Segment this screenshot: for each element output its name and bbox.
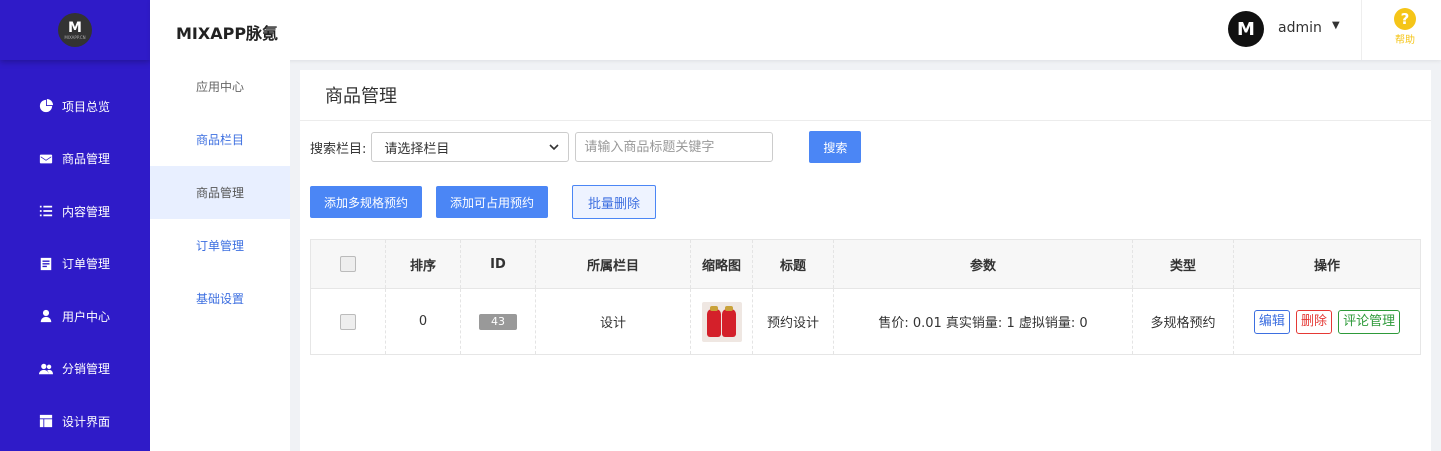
- bottle-shape: [721, 308, 736, 337]
- list-icon: [39, 206, 53, 217]
- filter-bar: 搜索栏目: 请选择栏目 搜索: [310, 131, 862, 163]
- sidebar-item-label: 订单管理: [62, 257, 111, 272]
- logo-subtext: MIXAPP.CN: [64, 34, 86, 40]
- header-type: 类型: [1132, 239, 1234, 289]
- action-bar: 添加多规格预约 添加可占用预约 批量删除: [310, 185, 657, 219]
- table-header-row: 排序 ID 所属栏目 缩略图 标题 参数 类型 操作: [310, 239, 1421, 289]
- category-select[interactable]: 请选择栏目: [371, 132, 570, 162]
- header-title: 标题: [752, 239, 834, 289]
- logo-initial: M: [68, 19, 82, 36]
- sidebar: M MIXAPP.CN 项目总览 商品管理 内容管理 订单管理 用户中心 分销管…: [0, 0, 150, 451]
- page-title: 商品管理: [300, 70, 1431, 121]
- product-table: 排序 ID 所属栏目 缩略图 标题 参数 类型 操作 0 43 设计 预约设计 …: [310, 239, 1421, 355]
- document-icon: [40, 257, 52, 270]
- sidebar-item-design[interactable]: 设计界面: [0, 395, 150, 448]
- main-panel: 商品管理 搜索栏目: 请选择栏目 搜索 添加多规格预约 添加可占用预约 批量删除…: [300, 70, 1431, 451]
- add-available-button[interactable]: 添加可占用预约: [436, 186, 549, 218]
- product-thumbnail[interactable]: [701, 301, 742, 342]
- bottle-shape: [706, 308, 721, 337]
- header-sort: 排序: [385, 239, 461, 289]
- sidebar-item-products[interactable]: 商品管理: [0, 133, 150, 186]
- row-checkbox[interactable]: [340, 313, 356, 330]
- header-category: 所属栏目: [535, 239, 691, 289]
- sidebar-item-overview[interactable]: 项目总览: [0, 80, 150, 133]
- bottle-cap: [709, 305, 718, 311]
- subnav-item-product-category[interactable]: 商品栏目: [150, 113, 290, 166]
- table-row: 0 43 设计 预约设计 售价: 0.01 真实销量: 1 虚拟销量: 0 多规…: [310, 288, 1421, 355]
- top-bar: MIXAPP脉氪 M admin ▼ ? 帮助: [150, 0, 1441, 60]
- sidebar-item-users[interactable]: 用户中心: [0, 290, 150, 343]
- pie-chart-icon: [39, 99, 53, 113]
- envelope-icon: [39, 154, 53, 164]
- category-cell: 设计: [535, 288, 691, 355]
- caret-down-icon[interactable]: ▼: [1332, 20, 1340, 31]
- subnav-item-basic-settings[interactable]: 基础设置: [150, 272, 290, 325]
- select-all-checkbox[interactable]: [340, 256, 356, 272]
- header-params: 参数: [833, 239, 1133, 289]
- delete-button[interactable]: 删除: [1295, 309, 1332, 334]
- row-select-cell: [310, 288, 386, 355]
- sidebar-menu: 项目总览 商品管理 内容管理 订单管理 用户中心 分销管理 设计界面: [0, 80, 150, 448]
- add-multi-spec-button[interactable]: 添加多规格预约: [310, 186, 423, 218]
- sub-navigation: 应用中心 商品栏目 商品管理 订单管理 基础设置: [150, 60, 290, 451]
- subnav-item-order-management[interactable]: 订单管理: [150, 219, 290, 272]
- batch-delete-button[interactable]: 批量删除: [572, 185, 657, 219]
- logo-area: M MIXAPP.CN: [0, 0, 150, 60]
- id-cell: 43: [460, 288, 536, 355]
- sidebar-item-label: 项目总览: [62, 99, 111, 114]
- app-title: MIXAPP脉氪: [176, 24, 279, 43]
- subnav-item-app-center[interactable]: 应用中心: [150, 60, 290, 113]
- divider: [1361, 0, 1362, 60]
- avatar[interactable]: M: [1228, 11, 1264, 47]
- header-actions: 操作: [1233, 239, 1421, 289]
- sidebar-item-label: 商品管理: [62, 152, 111, 167]
- app-logo[interactable]: M MIXAPP.CN: [58, 13, 92, 47]
- type-cell: 多规格预约: [1132, 288, 1234, 355]
- chevron-down-icon: [549, 144, 559, 151]
- comments-button[interactable]: 评论管理: [1338, 309, 1401, 334]
- category-select-value: 请选择栏目: [384, 141, 450, 157]
- edit-button[interactable]: 编辑: [1253, 309, 1290, 334]
- params-cell: 售价: 0.01 真实销量: 1 虚拟销量: 0: [833, 288, 1133, 355]
- id-badge: 43: [479, 313, 517, 330]
- sidebar-item-label: 用户中心: [62, 309, 111, 324]
- sidebar-item-label: 内容管理: [62, 204, 111, 219]
- header-select-all: [310, 239, 386, 289]
- user-name[interactable]: admin: [1278, 20, 1322, 36]
- sidebar-item-distribution[interactable]: 分销管理: [0, 343, 150, 396]
- help-icon: ?: [1394, 8, 1416, 30]
- filter-label: 搜索栏目:: [310, 141, 367, 157]
- sidebar-item-label: 分销管理: [62, 362, 111, 377]
- sidebar-item-label: 设计界面: [62, 414, 111, 429]
- sidebar-item-content[interactable]: 内容管理: [0, 185, 150, 238]
- search-input[interactable]: [575, 132, 774, 162]
- users-icon: [39, 363, 53, 374]
- subnav-item-product-management[interactable]: 商品管理: [150, 166, 290, 219]
- bottle-cap: [724, 305, 733, 311]
- sidebar-item-orders[interactable]: 订单管理: [0, 238, 150, 291]
- user-icon: [40, 310, 52, 323]
- sort-cell: 0: [385, 288, 461, 355]
- thumbnail-cell: [690, 288, 753, 355]
- title-cell: 预约设计: [752, 288, 834, 355]
- avatar-initial: M: [1237, 18, 1255, 40]
- search-button[interactable]: 搜索: [809, 131, 862, 163]
- header-id: ID: [460, 239, 536, 289]
- help-button[interactable]: ? 帮助: [1393, 8, 1417, 46]
- header-thumbnail: 缩略图: [690, 239, 753, 289]
- actions-cell: 编辑 删除 评论管理: [1233, 288, 1421, 355]
- help-label: 帮助: [1395, 35, 1415, 46]
- layout-icon: [39, 415, 53, 428]
